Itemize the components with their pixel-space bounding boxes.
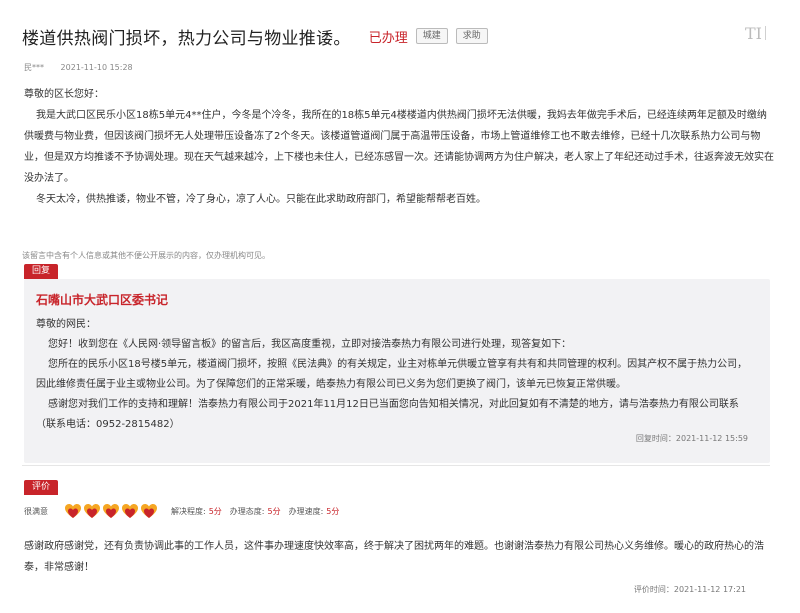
heart-icon: [64, 503, 82, 519]
title-row: 楼道供热阀门损坏，热力公司与物业推诿。 已办理 城建 求助: [22, 24, 780, 49]
site-logo: TI: [745, 24, 762, 43]
heart-icon: [140, 503, 158, 519]
score-label: 办理态度:: [229, 506, 265, 516]
score-label: 办理速度:: [288, 506, 324, 516]
reply-paragraph: 感谢您对我们工作的支持和理解！浩泰热力有限公司于2021年11月12日已当面您向…: [36, 399, 739, 430]
message-paragraph: 冬天太冷，供热推诿，物业不管，冷了身心，凉了人心。只能在此求助政府部门，希望能帮…: [36, 194, 486, 205]
evaluation-text: 感谢政府感谢党，还有负责协调此事的工作人员，这件事办理速度快效率高，终于解决了困…: [24, 541, 764, 573]
reply-body: 尊敬的网民： 您好！收到您在《人民网·领导留言板》的留言后，我区高度重视，立即对…: [36, 315, 756, 435]
evaluation-time: 评价时间：2021-11-12 17:21: [633, 585, 746, 594]
rating-scores: 解决程度: 5分 办理态度: 5分 办理速度: 5分: [171, 506, 347, 517]
status-badge: 已办理: [368, 30, 408, 46]
message-salutation: 尊敬的区长您好：: [24, 89, 104, 100]
page-title: 楼道供热阀门损坏，热力公司与物业推诿。: [22, 28, 351, 49]
post-time: 2021-11-10 15:28: [60, 63, 133, 72]
privacy-notice: 该留言中含有个人信息或其他不便公开展示的内容，仅办理机构可见。: [22, 251, 270, 260]
section-divider: [22, 465, 770, 466]
score-value: 5分: [208, 506, 222, 516]
tag-urban-construction[interactable]: 城建: [415, 28, 448, 44]
tag-help[interactable]: 求助: [455, 28, 488, 44]
evaluation-tab: 评价: [24, 480, 58, 495]
author-name: 民***: [24, 63, 44, 72]
heart-icon: [83, 503, 101, 519]
reply-organization[interactable]: 石嘴山市大武口区委书记: [36, 291, 168, 308]
score-value: 5分: [267, 506, 281, 516]
reply-paragraph: 您所在的民乐小区18号楼5单元，楼道阀门损坏，按照《民法典》的有关规定，业主对栋…: [36, 359, 748, 390]
heart-icon: [121, 503, 139, 519]
rating-label: 很满意: [24, 506, 48, 516]
logo-divider: [765, 26, 766, 40]
message-paragraph: 我是大武口区民乐小区18栋5单元4**住户，今冬是个冷冬，我所在的18栋5单元4…: [24, 110, 774, 184]
score-label: 解决程度:: [171, 506, 206, 516]
score-resolution: 解决程度: 5分: [171, 506, 222, 517]
score-attitude: 办理态度: 5分: [230, 506, 281, 517]
reply-tab: 回复: [24, 264, 58, 279]
score-value: 5分: [326, 506, 340, 516]
reply-paragraph: 您好！收到您在《人民网·领导留言板》的留言后，我区高度重视，立即对接浩泰热力有限…: [48, 339, 572, 350]
reply-box: 石嘴山市大武口区委书记 尊敬的网民： 您好！收到您在《人民网·领导留言板》的留言…: [24, 279, 770, 463]
heart-icon: [102, 503, 120, 519]
message-body: 尊敬的区长您好： 我是大武口区民乐小区18栋5单元4**住户，今冬是个冷冬，我所…: [24, 84, 776, 210]
evaluation-rating-row: 很满意 解决程度: 5分 办理态度: 5分 办理速度: 5分: [24, 503, 624, 519]
post-meta: 民*** 2021-11-10 15:28: [24, 62, 133, 73]
reply-salutation: 尊敬的网民：: [36, 319, 96, 330]
score-speed: 办理速度: 5分: [289, 506, 340, 517]
rating-hearts: [64, 503, 159, 519]
reply-time: 回复时间：2021-11-12 15:59: [635, 434, 748, 443]
